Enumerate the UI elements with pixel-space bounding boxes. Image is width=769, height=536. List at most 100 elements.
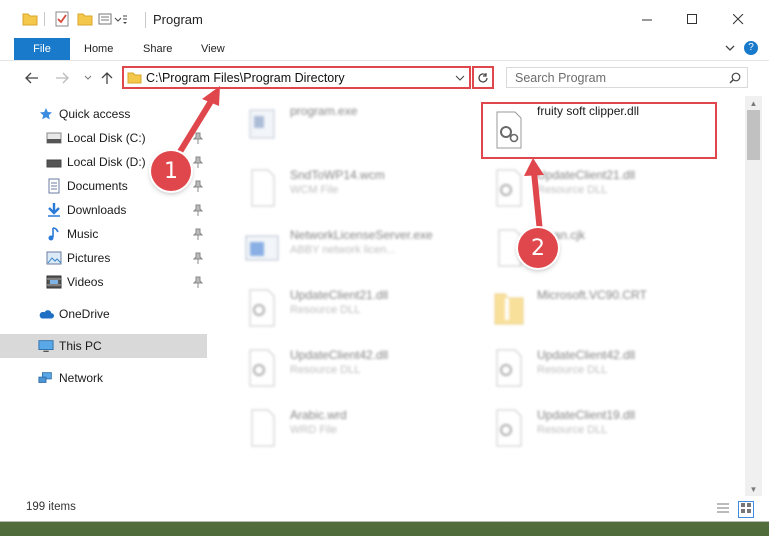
- status-bar: 199 items: [0, 496, 769, 521]
- generic-file-icon: [251, 169, 275, 207]
- generic-file-icon: [251, 409, 275, 447]
- close-icon: [732, 13, 743, 24]
- ribbon-expand-button[interactable]: [724, 42, 736, 57]
- address-bar[interactable]: C:\Program Files\Program Directory: [122, 66, 471, 89]
- large-icons-view-button[interactable]: [738, 501, 754, 518]
- item-count: 199 items: [26, 501, 76, 513]
- target-file-highlight: [481, 102, 717, 159]
- nav-item-this-pc[interactable]: This PC: [0, 334, 207, 358]
- search-box[interactable]: Search Program: [506, 67, 748, 88]
- nav-label: This PC: [59, 339, 102, 353]
- back-button[interactable]: [22, 69, 42, 87]
- nav-label: Local Disk (D:): [67, 155, 146, 169]
- customize-qa-icon[interactable]: [98, 10, 128, 28]
- nav-item-music[interactable]: Music: [0, 222, 207, 246]
- help-icon[interactable]: ?: [744, 41, 758, 55]
- refresh-button[interactable]: [472, 66, 494, 89]
- file-name: UpdateClient19.dll: [537, 408, 636, 422]
- nav-label: Videos: [67, 275, 104, 289]
- file-name: UpdateClient21.dll: [537, 168, 636, 182]
- nav-item-videos[interactable]: Videos: [0, 270, 207, 294]
- scroll-up-icon[interactable]: ▲: [745, 96, 762, 110]
- nav-item-quick-access[interactable]: Quick access: [0, 102, 207, 126]
- file-item[interactable]: UpdateClient19.dll Resource DLL: [481, 402, 713, 454]
- drive-icon: [46, 130, 62, 146]
- file-name: Arabic.wrd: [290, 408, 347, 422]
- search-input[interactable]: Search Program: [515, 71, 606, 85]
- nav-item-local-disk-c[interactable]: Local Disk (C:): [0, 126, 207, 150]
- forward-arrow-icon: [56, 72, 69, 84]
- cloud-icon: [38, 306, 54, 322]
- chevron-down-icon: [725, 45, 735, 51]
- documents-icon: [46, 178, 62, 194]
- file-item[interactable]: UpdateClient42.dll Resource DLL: [481, 342, 713, 394]
- forward-button[interactable]: [52, 69, 72, 87]
- computer-icon: [38, 338, 54, 354]
- maximize-icon: [686, 13, 697, 24]
- nav-label: Downloads: [67, 203, 127, 217]
- file-name: program.exe: [290, 104, 358, 118]
- file-item[interactable]: program.exe: [234, 98, 466, 150]
- new-folder-icon[interactable]: [77, 10, 93, 28]
- pictures-icon: [46, 250, 62, 266]
- exe-window-icon: [245, 235, 279, 261]
- up-button[interactable]: [97, 69, 117, 87]
- file-item[interactable]: ...ean.cjk ...ile: [481, 222, 713, 274]
- pin-icon: [193, 132, 203, 144]
- minimize-button[interactable]: [624, 0, 670, 38]
- scroll-down-icon[interactable]: ▼: [745, 482, 762, 496]
- close-button[interactable]: [715, 0, 761, 38]
- music-note-icon: [46, 226, 62, 242]
- dll-gear-file-icon: [249, 289, 275, 327]
- nav-item-pictures[interactable]: Pictures: [0, 246, 207, 270]
- file-type: WCM File: [290, 184, 339, 196]
- details-view-icon: [717, 503, 729, 513]
- folder-quick-icon[interactable]: [22, 10, 38, 28]
- tab-view[interactable]: View: [201, 38, 225, 60]
- pin-icon: [193, 252, 203, 264]
- ribbon-tabs: File Home Share View ?: [0, 38, 769, 61]
- file-item[interactable]: Arabic.wrd WRD File: [234, 402, 466, 454]
- file-type: WRD File: [290, 424, 338, 436]
- file-name: UpdateClient42.dll: [537, 348, 636, 362]
- file-name: Microsoft.VC90.CRT: [537, 288, 647, 302]
- address-path[interactable]: C:\Program Files\Program Directory: [146, 71, 345, 85]
- explorer-window: Program File Home Share View ? C:\Progra…: [0, 0, 769, 521]
- pin-icon: [193, 180, 203, 192]
- file-item[interactable]: UpdateClient42.dll Resource DLL: [234, 342, 466, 394]
- file-type: Resource DLL: [290, 364, 361, 376]
- file-name: UpdateClient21.dll: [290, 288, 389, 302]
- title-divider-icon: [44, 10, 45, 28]
- chevron-down-icon: [84, 75, 92, 80]
- dll-gear-file-icon: [249, 349, 275, 387]
- nav-label: Documents: [67, 179, 128, 193]
- tab-share[interactable]: Share: [143, 38, 172, 60]
- nav-item-onedrive[interactable]: OneDrive: [0, 302, 207, 326]
- large-icons-view-icon: [741, 503, 751, 513]
- chevron-down-icon: [455, 75, 465, 81]
- tab-file[interactable]: File: [14, 38, 70, 60]
- file-item[interactable]: SndToWP14.wcm WCM File: [234, 162, 466, 214]
- vertical-scrollbar[interactable]: ▲ ▼: [745, 96, 762, 496]
- file-item[interactable]: UpdateClient21.dll Resource DLL: [234, 282, 466, 334]
- nav-item-downloads[interactable]: Downloads: [0, 198, 207, 222]
- maximize-button[interactable]: [669, 0, 715, 38]
- scroll-thumb[interactable]: [747, 110, 760, 160]
- file-type: Resource DLL: [290, 304, 361, 316]
- file-item[interactable]: UpdateClient21.dll Resource DLL: [481, 162, 713, 214]
- file-name: SndToWP14.wcm: [290, 168, 385, 182]
- refresh-icon: [478, 72, 488, 83]
- properties-icon[interactable]: [54, 10, 70, 28]
- videos-icon: [46, 274, 62, 290]
- tab-home[interactable]: Home: [84, 38, 113, 60]
- file-item[interactable]: NetworkLicenseServer.exe ABBY network li…: [234, 222, 466, 274]
- details-view-button[interactable]: [716, 502, 730, 517]
- nav-item-network[interactable]: Network: [0, 366, 207, 390]
- window-title: Program: [153, 12, 203, 27]
- file-name: UpdateClient42.dll: [290, 348, 389, 362]
- file-item[interactable]: Microsoft.VC90.CRT: [481, 282, 713, 334]
- pin-icon: [193, 156, 203, 168]
- minimize-icon: [641, 19, 652, 20]
- dll-gear-file-icon: [496, 349, 522, 387]
- recent-locations-button[interactable]: [78, 69, 98, 87]
